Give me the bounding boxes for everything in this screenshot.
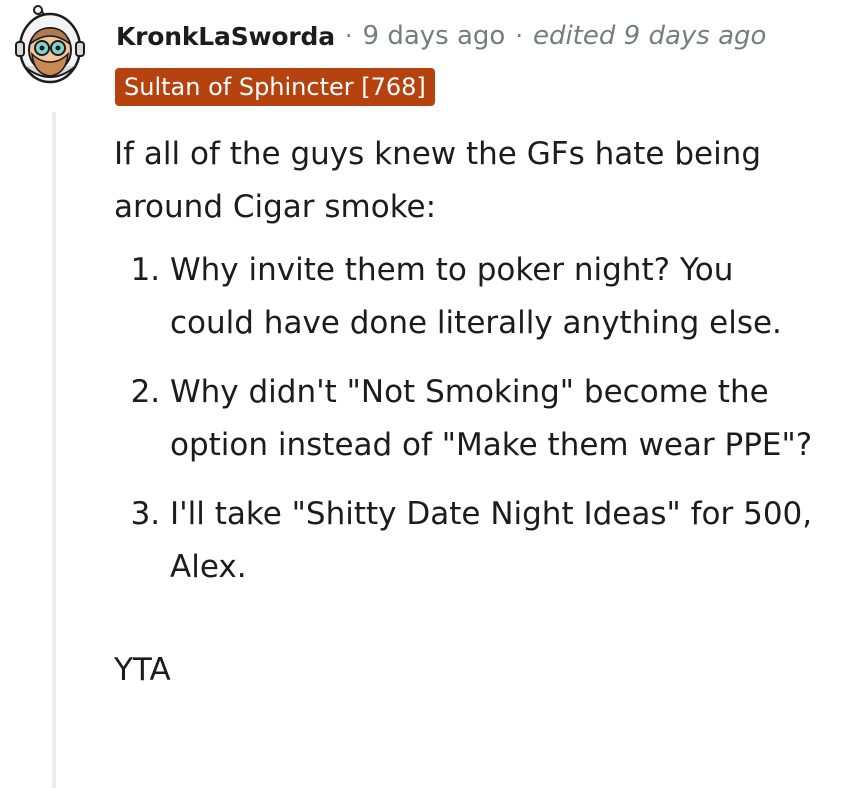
comment-meta: KronkLaSworda · 9 days ago · edited 9 da…: [116, 17, 766, 55]
list-item: Why didn't "Not Smoking" become the opti…: [170, 366, 814, 472]
comment-intro: If all of the guys knew the GFs hate bei…: [114, 136, 762, 225]
user-flair-badge: Sultan of Sphincter [768]: [115, 68, 435, 106]
list-item: Why invite them to poker night? You coul…: [170, 244, 814, 350]
comment: KronkLaSworda · 9 days ago · edited 9 da…: [0, 0, 856, 788]
list-item: I'll take "Shitty Date Night Ideas" for …: [170, 488, 814, 594]
posted-timestamp[interactable]: 9 days ago: [363, 21, 506, 51]
user-avatar-icon[interactable]: [14, 4, 94, 92]
thread-collapse-line[interactable]: [52, 112, 56, 788]
edited-timestamp: edited 9 days ago: [532, 21, 767, 51]
username-link[interactable]: KronkLaSworda: [116, 22, 335, 51]
comment-list: Why invite them to poker night? You coul…: [114, 244, 814, 594]
comment-body: If all of the guys knew the GFs hate bei…: [114, 128, 814, 697]
meta-separator: ·: [344, 22, 353, 50]
comment-closing: YTA: [114, 652, 171, 688]
meta-separator: ·: [515, 22, 523, 50]
